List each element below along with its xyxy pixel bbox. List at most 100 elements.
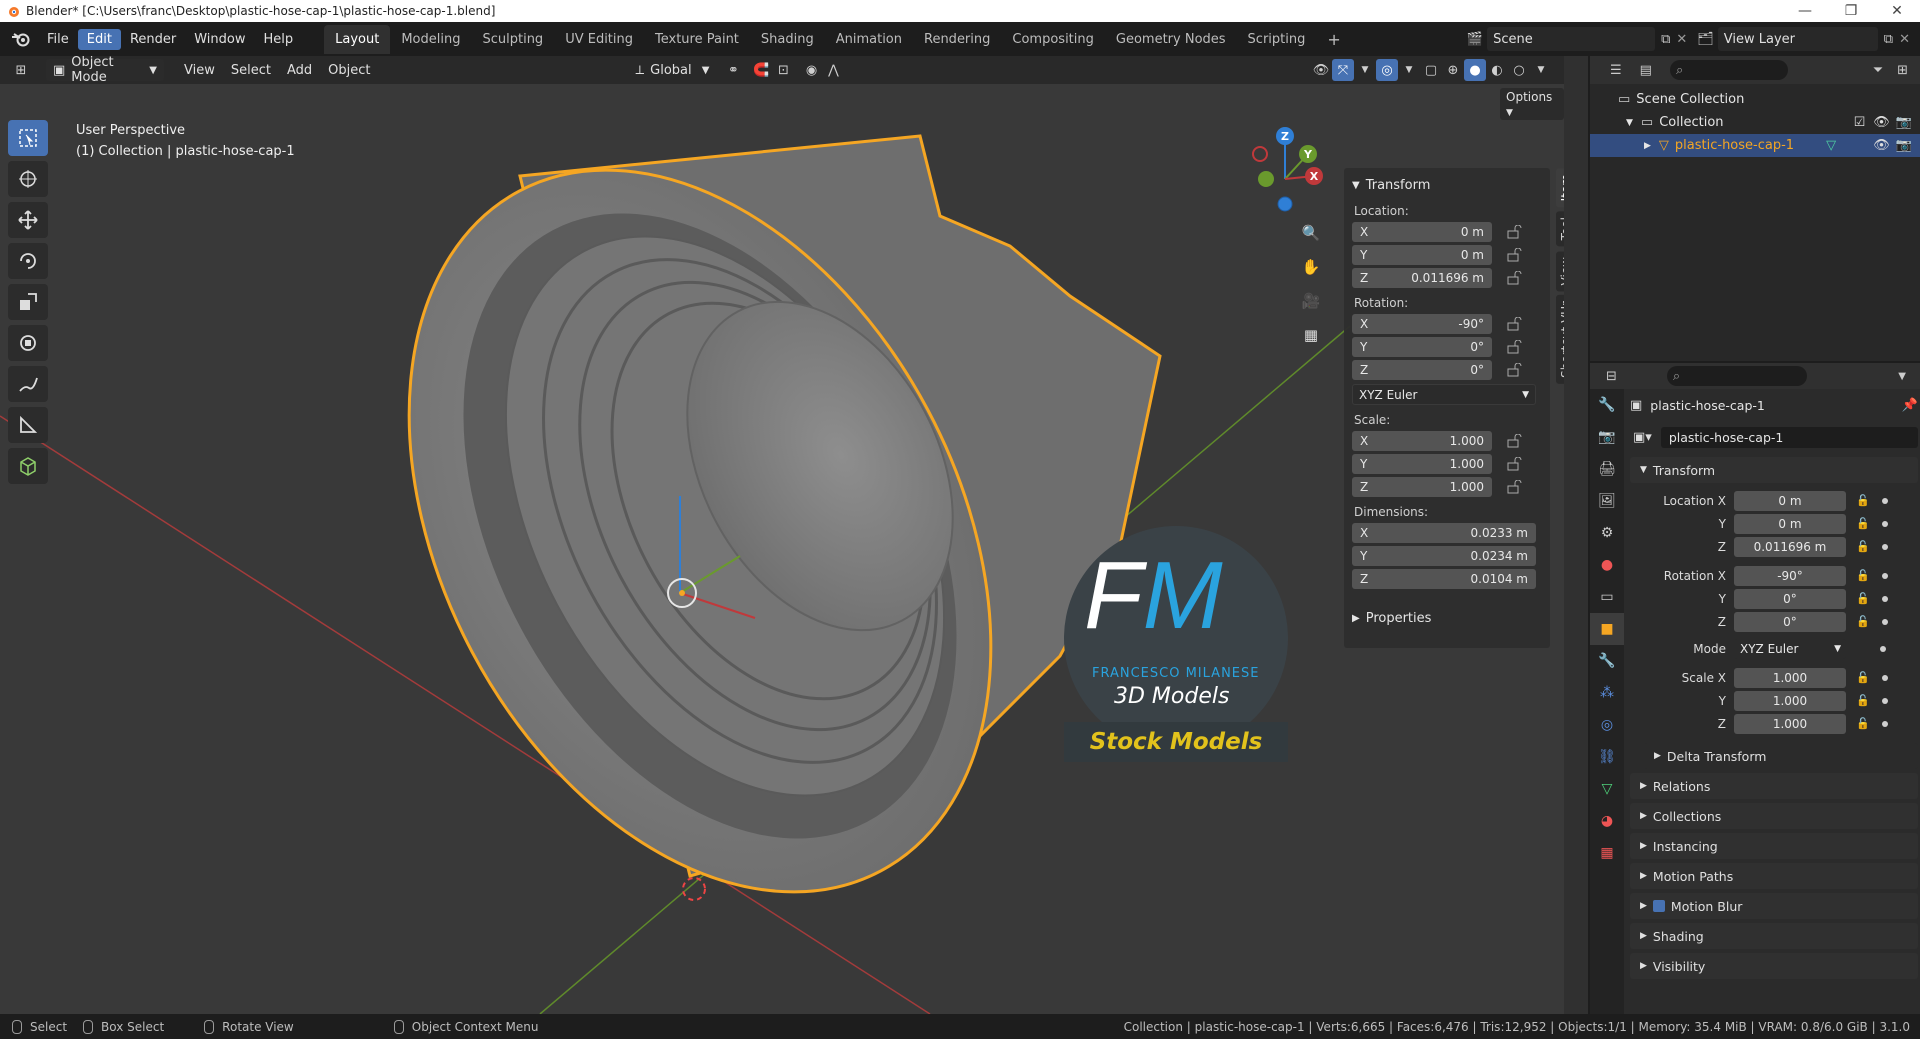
texture-tab-icon[interactable]: ▦ (1590, 837, 1624, 869)
camera-icon[interactable]: 📷 (1896, 115, 1912, 130)
keyframe-dot-icon[interactable] (1881, 697, 1888, 704)
object-menu[interactable]: Object (320, 60, 378, 81)
material-shading-icon[interactable]: ◐ (1486, 59, 1508, 81)
scale-z-input[interactable]: 1.000 (1734, 713, 1846, 734)
menu-help[interactable]: Help (255, 29, 303, 50)
rotation-mode-select[interactable]: XYZ Euler ▼ (1734, 638, 1846, 659)
camera-icon[interactable]: 📷 (1896, 138, 1912, 153)
dimensions-x-field[interactable]: X 0.0233 m (1352, 523, 1536, 543)
lock-icon[interactable] (1506, 340, 1524, 354)
tab-modeling[interactable]: Modeling (390, 25, 471, 54)
constraints-tab-icon[interactable]: ⛓ (1590, 741, 1624, 773)
cursor-tool[interactable] (8, 161, 48, 197)
options-button[interactable]: Options ▼ (1500, 88, 1564, 120)
snap-target-icon[interactable]: ⊡ (772, 59, 794, 81)
material-tab-icon[interactable]: ◕ (1590, 805, 1624, 837)
lock-icon[interactable]: 🔓 (1856, 671, 1870, 684)
lock-icon[interactable]: 🔓 (1856, 494, 1870, 507)
particles-tab-icon[interactable]: ⁂ (1590, 677, 1624, 709)
tab-sculpting[interactable]: Sculpting (471, 25, 554, 54)
pin-icon[interactable]: 📌 (1902, 398, 1918, 413)
tab-tool[interactable]: Tool (1556, 211, 1564, 247)
scale-x-input[interactable]: 1.000 (1734, 667, 1846, 688)
pan-hand-icon[interactable]: ✋ (1296, 252, 1326, 282)
minimize-button[interactable]: — (1782, 3, 1828, 19)
keyframe-dot-icon[interactable] (1881, 595, 1888, 602)
tab-item[interactable]: Item (1556, 168, 1564, 208)
transform-subpanel-header[interactable]: ▼ Transform (1630, 457, 1918, 483)
lock-icon[interactable]: 🔓 (1856, 694, 1870, 707)
proportional-edit-icon[interactable]: ◉ (800, 59, 822, 81)
view-menu[interactable]: View (176, 60, 223, 81)
rotation-z-input[interactable]: 0° (1734, 611, 1846, 632)
gizmo-options-icon[interactable]: ▼ (1354, 59, 1376, 81)
3d-viewport[interactable]: FM FRANCESCO MILANESE 3D Models Stock Mo… (0, 56, 1564, 1014)
keyframe-dot-icon[interactable] (1881, 497, 1888, 504)
lock-icon[interactable]: 🔓 (1856, 569, 1870, 582)
scale-z-field[interactable]: Z 1.000 (1352, 477, 1492, 497)
eye-icon[interactable]: 👁 (1873, 138, 1890, 153)
measure-tool[interactable] (8, 407, 48, 443)
visibility-subpanel[interactable]: ▶ Visibility (1630, 953, 1918, 979)
view-layer-tab-icon[interactable]: 🖼 (1590, 485, 1624, 517)
blender-menu-icon[interactable] (10, 31, 32, 47)
tool-tab-icon[interactable]: 🔧 (1590, 389, 1624, 421)
location-z-field[interactable]: Z 0.011696 m (1352, 268, 1492, 288)
lock-icon[interactable]: 🔓 (1856, 517, 1870, 530)
lock-icon[interactable]: 🔓 (1856, 717, 1870, 730)
tab-rendering[interactable]: Rendering (913, 25, 1001, 54)
rotation-y-input[interactable]: 0° (1734, 588, 1846, 609)
tab-view[interactable]: View (1556, 250, 1564, 292)
rendered-shading-icon[interactable]: ○ (1508, 59, 1530, 81)
camera-view-icon[interactable]: 🎥 (1296, 286, 1326, 316)
modifier-tab-icon[interactable]: 🔧 (1590, 645, 1624, 677)
instancing-subpanel[interactable]: ▶ Instancing (1630, 833, 1918, 859)
maximize-button[interactable]: ❐ (1828, 3, 1874, 19)
menu-edit[interactable]: Edit (77, 28, 121, 50)
tab-compositing[interactable]: Compositing (1001, 25, 1105, 54)
keyframe-dot-icon[interactable] (1881, 720, 1888, 727)
rotation-z-field[interactable]: Z 0° (1352, 360, 1492, 380)
keyframe-dot-icon[interactable] (1880, 645, 1886, 652)
world-tab-icon[interactable]: ● (1590, 549, 1624, 581)
outliner-row-scene-collection[interactable]: ▭ Scene Collection (1590, 88, 1920, 111)
tab-animation[interactable]: Animation (825, 25, 913, 54)
scale-y-field[interactable]: Y 1.000 (1352, 454, 1492, 474)
lock-icon[interactable] (1506, 434, 1524, 448)
tab-scripting[interactable]: Scripting (1237, 25, 1317, 54)
motion-blur-checkbox[interactable] (1652, 900, 1665, 912)
properties-editor-icon[interactable]: ⊟ (1606, 369, 1617, 384)
rotate-tool[interactable] (8, 243, 48, 279)
tab-shading[interactable]: Shading (750, 25, 825, 54)
add-cube-tool[interactable] (8, 448, 48, 484)
physics-tab-icon[interactable]: ◎ (1590, 709, 1624, 741)
add-menu[interactable]: Add (279, 60, 320, 81)
filter-icon[interactable]: ⏷ (1873, 63, 1883, 78)
tab-geometry-nodes[interactable]: Geometry Nodes (1105, 25, 1237, 54)
lock-icon[interactable] (1506, 225, 1524, 239)
render-tab-icon[interactable]: 📷 (1590, 421, 1624, 453)
shading-subpanel[interactable]: ▶ Shading (1630, 923, 1918, 949)
close-window-button[interactable]: ✕ (1874, 3, 1920, 19)
keyframe-dot-icon[interactable] (1881, 674, 1888, 681)
rotation-y-field[interactable]: Y 0° (1352, 337, 1492, 357)
data-tab-icon[interactable]: ▽ (1590, 773, 1624, 805)
lock-icon[interactable]: 🔓 (1856, 615, 1870, 628)
overlays-toggle-icon[interactable]: ◎ (1376, 59, 1398, 81)
collection-tab-icon[interactable]: ▭ (1590, 581, 1624, 613)
menu-render[interactable]: Render (121, 29, 185, 50)
tab-texture-paint[interactable]: Texture Paint (644, 25, 750, 54)
view-layer-selector-icon[interactable]: 🗂 (1697, 32, 1714, 47)
outliner-row-collection[interactable]: ▼ ▭ Collection ☑ 👁 📷 (1590, 111, 1920, 134)
display-mode-icon[interactable]: ▤ (1640, 63, 1652, 78)
scene-tab-icon[interactable]: ⚙ (1590, 517, 1624, 549)
output-tab-icon[interactable]: 🖨 (1590, 453, 1624, 485)
dimensions-z-field[interactable]: Z 0.0104 m (1352, 569, 1536, 589)
lock-icon[interactable]: 🔓 (1856, 592, 1870, 605)
tab-uv-editing[interactable]: UV Editing (554, 25, 644, 54)
rotation-x-input[interactable]: -90° (1734, 565, 1846, 586)
outliner-search-input[interactable]: ⌕ (1669, 60, 1788, 80)
outliner-row-object[interactable]: ▶ ▽ plastic-hose-cap-1 ▽ 👁 📷 (1590, 134, 1920, 157)
move-tool[interactable] (8, 202, 48, 238)
scene-field[interactable]: Scene (1487, 27, 1656, 51)
